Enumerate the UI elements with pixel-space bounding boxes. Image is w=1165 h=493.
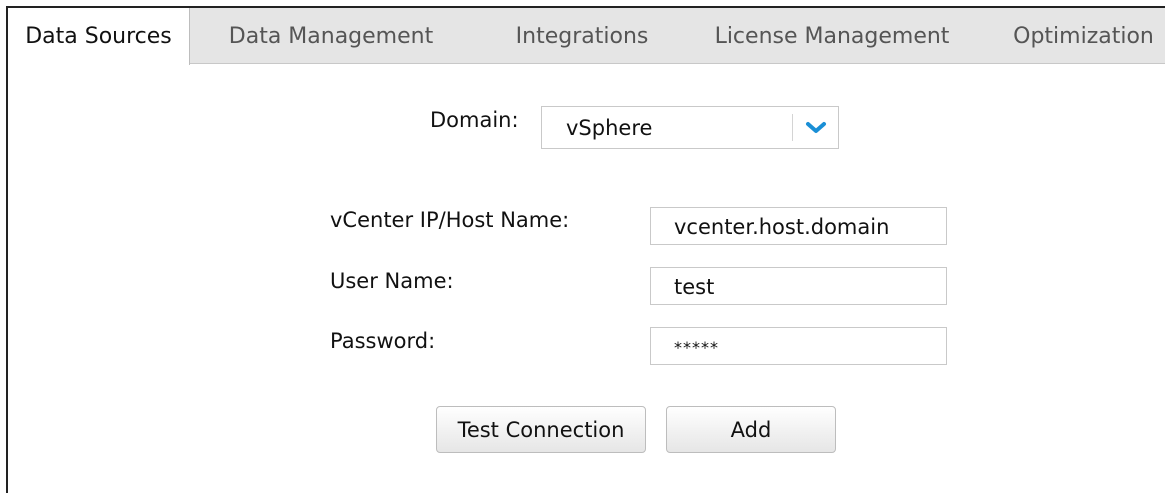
vcenter-host-input[interactable]: vcenter.host.domain	[650, 207, 947, 245]
tab-optimization[interactable]: Optimization	[1002, 8, 1165, 64]
domain-select[interactable]: vSphere	[541, 106, 839, 149]
select-divider	[792, 114, 793, 141]
test-connection-button[interactable]: Test Connection	[436, 406, 646, 453]
tab-data-sources[interactable]: Data Sources	[8, 8, 190, 65]
password-label: Password:	[330, 329, 436, 353]
tab-license-management[interactable]: License Management	[700, 8, 964, 64]
chevron-down-icon[interactable]	[802, 115, 830, 139]
vcenter-host-label: vCenter IP/Host Name:	[330, 208, 570, 232]
domain-label: Domain:	[430, 108, 519, 132]
domain-selected-value: vSphere	[566, 116, 653, 140]
tab-bar: Data Sources Data Management Integration…	[8, 8, 1165, 65]
password-input[interactable]: *****	[650, 327, 947, 365]
settings-panel: Data Sources Data Management Integration…	[6, 6, 1165, 493]
user-name-input[interactable]: test	[650, 267, 947, 305]
add-button[interactable]: Add	[666, 406, 836, 453]
user-name-label: User Name:	[330, 269, 454, 293]
tab-data-management[interactable]: Data Management	[212, 8, 450, 64]
tab-integrations[interactable]: Integrations	[494, 8, 670, 64]
